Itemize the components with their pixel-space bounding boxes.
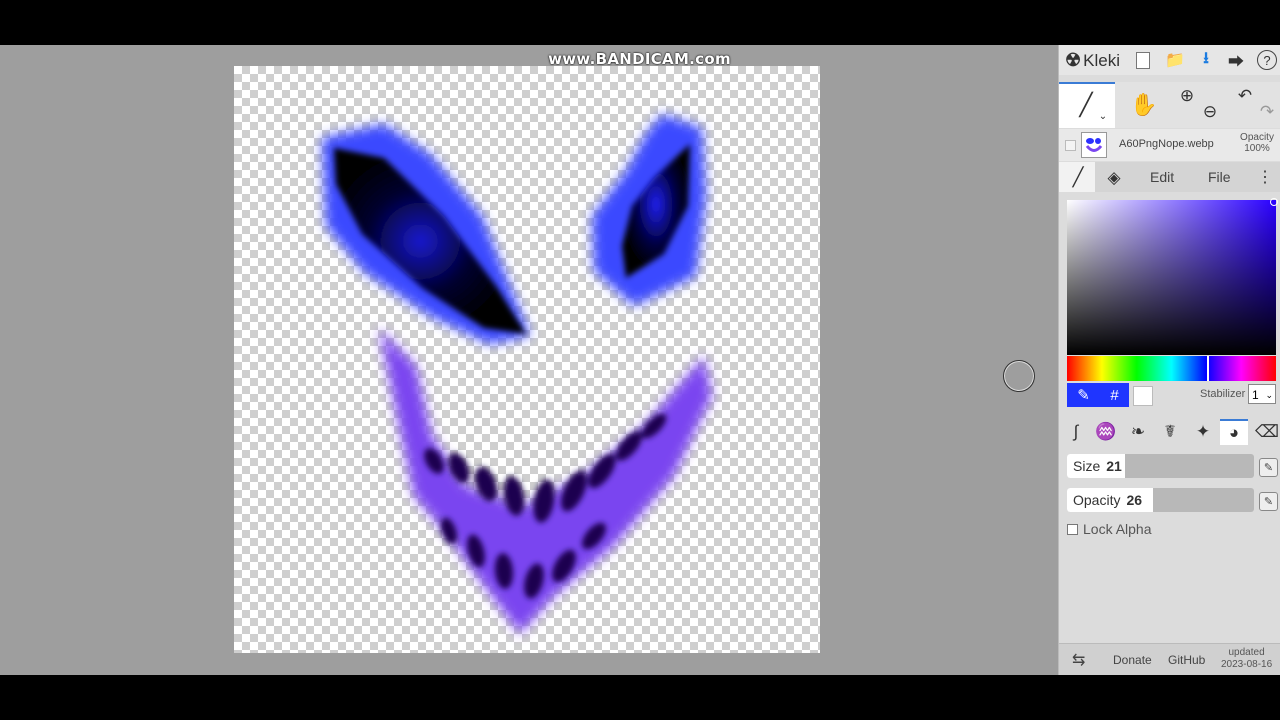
tab-layers[interactable]: ◈	[1103, 167, 1125, 189]
blend-brush-icon[interactable]: ♒	[1092, 419, 1120, 445]
layer-opacity-label: Opacity	[1240, 132, 1274, 143]
updated-info[interactable]: updated 2023-08-16	[1221, 647, 1272, 671]
recording-watermark: www.BANDICAM.com	[548, 50, 731, 68]
lock-alpha-toggle[interactable]: Lock Alpha	[1067, 521, 1152, 537]
updated-date: 2023-08-16	[1221, 659, 1273, 670]
brush-size-value: 21	[1106, 458, 1122, 474]
hue-slider[interactable]	[1067, 356, 1276, 381]
canvas-artwork	[322, 114, 712, 634]
chevron-down-icon: ⌄	[1265, 390, 1273, 400]
new-file-icon[interactable]	[1134, 51, 1152, 69]
zoom-out-icon[interactable]: ⊖	[1200, 102, 1220, 122]
zoom-in-icon[interactable]: ⊕	[1177, 86, 1197, 106]
brush-opacity-label: Opacity	[1073, 492, 1121, 508]
layer-visibility-checkbox[interactable]	[1065, 140, 1076, 151]
hex-input-button[interactable]: #	[1110, 387, 1118, 404]
color-saturation-picker[interactable]	[1067, 198, 1278, 355]
main-toolbar: ╱ ⌄ ✋ ⊕ ⊖ ↶ ↷	[1059, 82, 1280, 128]
brush-tool-button[interactable]: ╱ ⌄	[1059, 82, 1115, 128]
layers-icon: ◈	[1107, 168, 1121, 187]
layer-row[interactable]: A60PngNope.webp Opacity 100%	[1059, 129, 1280, 161]
kleki-logo[interactable]: ☢ Kleki	[1065, 50, 1120, 71]
panel-tabs: ╱ ◈ Edit File ⋮	[1059, 162, 1280, 192]
hand-tool-icon[interactable]: ✋	[1129, 90, 1159, 120]
updated-label: updated	[1228, 647, 1265, 658]
opacity-edit-button[interactable]: ✎	[1259, 492, 1278, 511]
open-folder-icon[interactable]: 📁	[1165, 51, 1185, 69]
lock-alpha-label: Lock Alpha	[1083, 521, 1152, 537]
brush-opacity-slider[interactable]: Opacity 26	[1067, 488, 1254, 512]
eraser-icon[interactable]: ⌫	[1253, 419, 1280, 445]
app-header: ☢ Kleki 📁 ⭳ ⮕ ?	[1059, 45, 1280, 75]
panel-footer: ⇆ Donate GitHub updated 2023-08-16	[1059, 643, 1280, 676]
app-name: Kleki	[1083, 50, 1120, 70]
tab-edit[interactable]: Edit	[1150, 169, 1174, 185]
side-panel: ☢ Kleki 📁 ⭳ ⮕ ? ╱ ⌄ ✋ ⊕ ⊖ ↶ ↷ A60PngNope…	[1058, 45, 1280, 676]
lock-alpha-checkbox[interactable]	[1067, 523, 1078, 535]
brush-cursor	[1003, 360, 1035, 392]
eyedropper-icon[interactable]: ✎	[1077, 386, 1090, 404]
pen-brush-icon[interactable]: ∫	[1062, 419, 1090, 445]
pixel-brush-icon[interactable]: ☤	[1156, 419, 1184, 445]
github-link[interactable]: GitHub	[1168, 653, 1205, 667]
donate-link[interactable]: Donate	[1113, 653, 1152, 667]
kleki-logo-icon: ☢	[1065, 50, 1082, 70]
layer-thumbnail	[1081, 132, 1107, 158]
share-icon[interactable]: ⮕	[1226, 50, 1246, 71]
brush-tab-icon: ╱	[1072, 166, 1084, 187]
hue-slider-handle[interactable]	[1207, 356, 1209, 381]
download-icon[interactable]: ⭳	[1196, 50, 1216, 70]
layer-name: A60PngNope.webp	[1119, 138, 1214, 150]
brush-size-label: Size	[1073, 458, 1101, 474]
layer-opacity-value: 100%	[1244, 143, 1270, 154]
chemy-brush-icon[interactable]: ✦	[1189, 419, 1217, 445]
secondary-color-swatch[interactable]	[1133, 386, 1153, 406]
help-glyph: ?	[1263, 52, 1271, 68]
tab-file[interactable]: File	[1208, 169, 1231, 185]
brush-size-label-group: Size 21	[1073, 454, 1122, 478]
stabilizer-select[interactable]: 1 ⌄	[1248, 384, 1276, 404]
more-options-icon[interactable]: ⋮	[1257, 167, 1273, 187]
chevron-down-icon[interactable]: ⌄	[1097, 110, 1109, 122]
picker-handle[interactable]	[1270, 198, 1278, 206]
smooth-brush-icon[interactable]: ◕	[1220, 419, 1248, 445]
brush-opacity-label-group: Opacity 26	[1073, 488, 1142, 512]
size-edit-button[interactable]: ✎	[1259, 458, 1278, 477]
sketchy-brush-icon[interactable]: ❧	[1124, 419, 1152, 445]
brush-type-row: ∫ ♒ ❧ ☤ ✦ ◕ ⌫	[1059, 417, 1280, 447]
swap-sides-icon[interactable]: ⇆	[1072, 650, 1085, 670]
redo-icon[interactable]: ↷	[1257, 102, 1277, 122]
brush-opacity-value: 26	[1126, 492, 1143, 508]
undo-icon[interactable]: ↶	[1235, 86, 1255, 106]
brush-size-slider[interactable]: Size 21	[1067, 454, 1254, 478]
stabilizer-label: Stabilizer	[1200, 388, 1246, 400]
drawing-canvas[interactable]	[234, 66, 820, 653]
layer-opacity: Opacity 100%	[1237, 132, 1277, 154]
tab-brush[interactable]: ╱	[1059, 162, 1095, 192]
screen-top-letterbox	[0, 0, 1280, 45]
color-row: ✎ # Stabilizer 1 ⌄	[1059, 382, 1280, 408]
help-icon[interactable]: ?	[1257, 50, 1277, 70]
screen-bottom-letterbox	[0, 675, 1280, 720]
stabilizer-value: 1	[1252, 388, 1259, 402]
primary-color-swatch[interactable]: ✎ #	[1067, 383, 1129, 407]
